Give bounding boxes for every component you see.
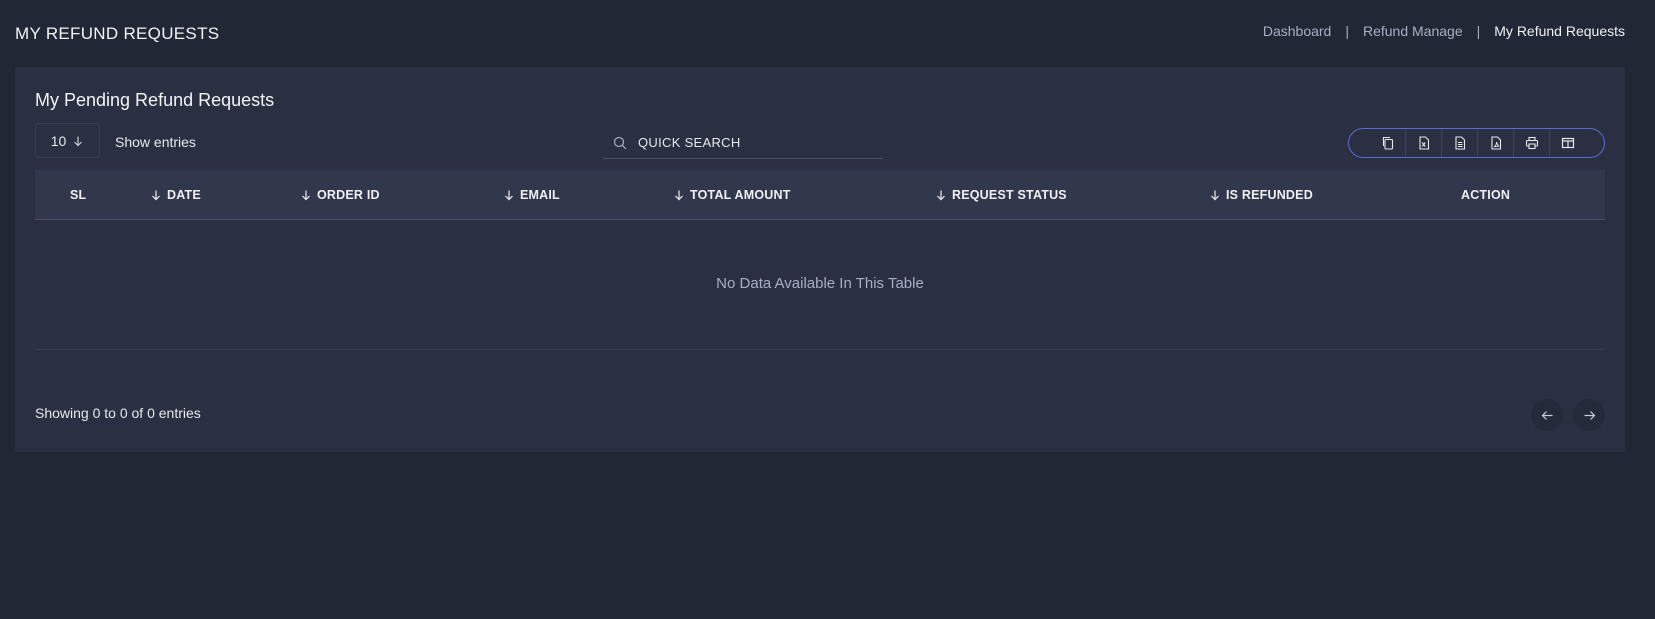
- column-label: TOTAL AMOUNT: [690, 188, 791, 202]
- csv-icon: [1454, 136, 1465, 150]
- copy-icon: [1382, 136, 1393, 150]
- column-visibility-icon: [1561, 137, 1575, 149]
- arrow-right-icon: [1584, 410, 1595, 420]
- column-header-request-status[interactable]: REQUEST STATUS: [935, 170, 1067, 220]
- column-label: EMAIL: [520, 188, 560, 202]
- entries-length-value: 10: [50, 132, 67, 149]
- breadcrumb-separator: |: [1345, 23, 1349, 39]
- search-icon: [613, 136, 627, 149]
- sort-arrow-icon: [152, 190, 160, 201]
- excel-icon: [1418, 136, 1429, 150]
- column-header-action: ACTION: [1461, 170, 1510, 220]
- next-page-button[interactable]: [1573, 399, 1605, 431]
- column-label: DATE: [167, 188, 201, 202]
- arrow-down-icon: [74, 136, 83, 146]
- column-header-sl[interactable]: SL: [70, 170, 86, 220]
- sort-arrow-icon: [1211, 190, 1219, 201]
- refund-requests-card: My Pending Refund Requests 10 Show entri…: [15, 67, 1625, 452]
- print-button[interactable]: [1514, 129, 1550, 157]
- show-entries-label: Show entries: [115, 134, 196, 150]
- breadcrumb-separator: |: [1476, 23, 1481, 39]
- csv-button[interactable]: [1442, 129, 1478, 157]
- sort-arrow-icon: [505, 190, 513, 201]
- breadcrumb-current: My Refund Requests: [1494, 23, 1625, 39]
- column-label: SL: [70, 188, 87, 202]
- copy-button[interactable]: [1370, 129, 1406, 157]
- column-header-is-refunded[interactable]: IS REFUNDED: [1209, 170, 1313, 220]
- sort-arrow-icon: [675, 190, 683, 201]
- entries-length-select[interactable]: 10: [35, 123, 100, 158]
- table-info: Showing 0 to 0 of 0 entries: [35, 405, 201, 421]
- excel-button[interactable]: [1406, 129, 1442, 157]
- column-label: ORDER ID: [317, 188, 380, 202]
- sort-arrow-icon: [937, 190, 945, 201]
- quick-search: [603, 127, 883, 159]
- column-label: IS REFUNDED: [1226, 188, 1313, 202]
- card-title: My Pending Refund Requests: [35, 90, 275, 110]
- column-label: REQUEST STATUS: [952, 188, 1067, 202]
- empty-table-message: No Data Available In This Table: [716, 275, 924, 292]
- pdf-button[interactable]: [1478, 129, 1514, 157]
- print-icon: [1525, 136, 1538, 150]
- page-header: MY REFUND REQUESTS Dashboard | Refund Ma…: [15, 0, 1625, 66]
- breadcrumb-refund-manage[interactable]: Refund Manage: [1363, 23, 1463, 39]
- column-header-order-id[interactable]: ORDER ID: [300, 170, 380, 220]
- page-title: MY REFUND REQUESTS: [15, 24, 220, 43]
- search-input[interactable]: [638, 135, 878, 150]
- column-header-email[interactable]: EMAIL: [503, 170, 560, 220]
- table-header: SL DATE ORDER ID EMAIL TOTAL AMOUNT REQU…: [35, 170, 1605, 220]
- breadcrumb: Dashboard | Refund Manage | My Refund Re…: [1263, 23, 1625, 39]
- column-visibility-button[interactable]: [1550, 129, 1586, 157]
- column-label: ACTION: [1461, 188, 1511, 202]
- pdf-icon: [1490, 136, 1501, 150]
- column-header-date[interactable]: DATE: [150, 170, 201, 220]
- empty-table-row: No Data Available In This Table: [35, 220, 1605, 350]
- previous-page-button[interactable]: [1531, 399, 1563, 431]
- column-header-total-amount[interactable]: TOTAL AMOUNT: [673, 170, 791, 220]
- breadcrumb-dashboard[interactable]: Dashboard: [1263, 23, 1332, 39]
- arrow-left-icon: [1541, 410, 1552, 420]
- sort-arrow-icon: [302, 190, 310, 201]
- export-button-group: [1348, 128, 1605, 158]
